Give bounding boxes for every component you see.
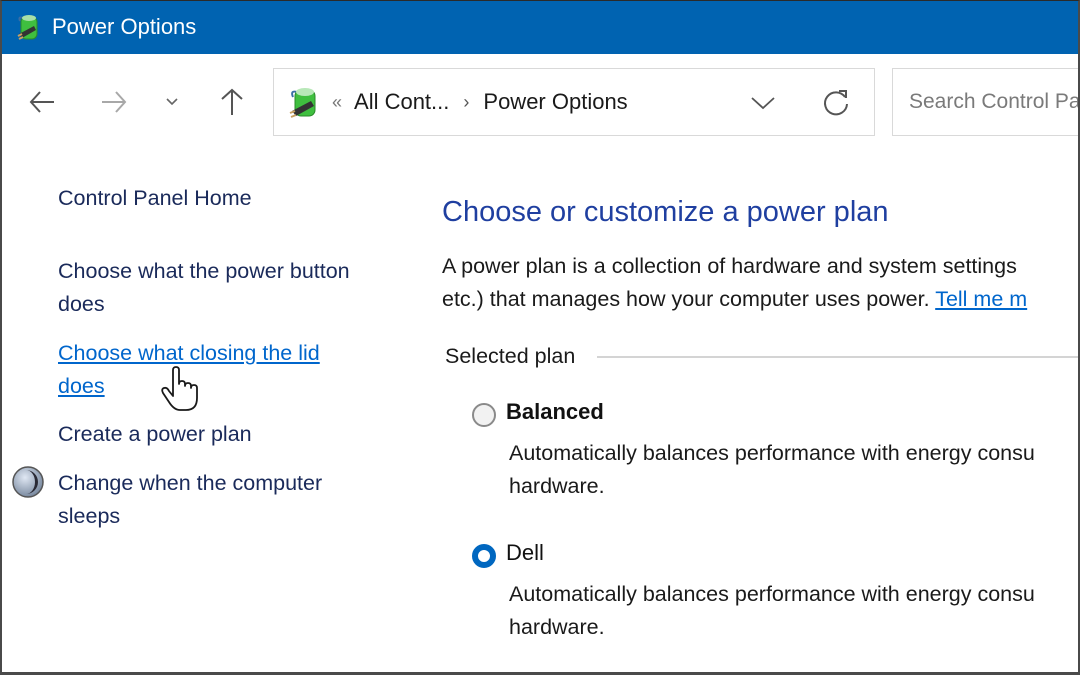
plan-balanced-name[interactable]: Balanced <box>506 399 604 425</box>
arrow-up-icon <box>221 88 243 115</box>
window-title: Power Options <box>52 14 197 39</box>
forward-button[interactable] <box>94 82 134 122</box>
plan-balanced-description: Automatically balances performance with … <box>509 437 1035 503</box>
breadcrumb-power-options[interactable]: Power Options <box>483 89 627 115</box>
chevron-down-icon[interactable] <box>748 89 778 117</box>
page-title: Choose or customize a power plan <box>442 196 889 228</box>
breadcrumb-separator[interactable]: › <box>463 92 469 113</box>
sidebar-item-closing-lid[interactable]: Choose what closing the lid does <box>58 337 358 403</box>
refresh-icon[interactable] <box>820 87 852 119</box>
sidebar: Control Panel Home Choose what the power… <box>0 154 420 674</box>
plan-dell-name[interactable]: Dell <box>506 540 544 566</box>
moon-icon <box>12 466 44 498</box>
back-button[interactable] <box>22 82 62 122</box>
plan-balanced-desc-line-2: hardware. <box>509 474 605 498</box>
plan-dell-desc-line-1: Automatically balances performance with … <box>509 582 1035 606</box>
address-bar[interactable]: « All Cont... › Power Options <box>273 68 875 136</box>
arrow-left-icon <box>29 91 54 113</box>
title-bar: Power Options <box>0 0 1080 54</box>
navigation-toolbar: « All Cont... › Power Options <box>0 54 1080 154</box>
sidebar-item-power-button[interactable]: Choose what the power button does <box>58 255 393 321</box>
recent-locations-button[interactable] <box>152 82 192 122</box>
plan-balanced-radio[interactable] <box>472 403 496 427</box>
search-input[interactable] <box>907 89 1080 115</box>
up-button[interactable] <box>212 82 252 122</box>
plan-dell-description: Automatically balances performance with … <box>509 578 1035 644</box>
chevron-down-small-icon <box>166 98 178 106</box>
power-options-battery-plug-icon <box>289 88 316 118</box>
tell-me-more-link[interactable]: Tell me m <box>935 287 1027 311</box>
search-box[interactable] <box>892 68 1080 136</box>
main-content: Choose or customize a power plan A power… <box>440 154 1080 674</box>
arrow-right-icon <box>102 91 127 113</box>
section-divider <box>597 356 1080 358</box>
sidebar-item-create-power-plan[interactable]: Create a power plan <box>58 418 398 451</box>
sidebar-item-control-panel-home[interactable]: Control Panel Home <box>58 182 398 215</box>
plan-dell-desc-line-2: hardware. <box>509 615 605 639</box>
page-description: A power plan is a collection of hardware… <box>442 250 1027 316</box>
sidebar-item-computer-sleeps[interactable]: Change when the computer sleeps <box>58 467 368 533</box>
description-line-1: A power plan is a collection of hardware… <box>442 254 1017 278</box>
selected-plan-label: Selected plan <box>445 344 588 369</box>
breadcrumb-all-control-panel[interactable]: All Cont... <box>354 89 449 115</box>
power-options-battery-plug-icon <box>17 15 38 40</box>
breadcrumb-overflow-marker[interactable]: « <box>332 92 342 113</box>
description-line-2: etc.) that manages how your computer use… <box>442 287 930 311</box>
plan-balanced-desc-line-1: Automatically balances performance with … <box>509 441 1035 465</box>
plan-dell-radio[interactable] <box>472 544 496 568</box>
